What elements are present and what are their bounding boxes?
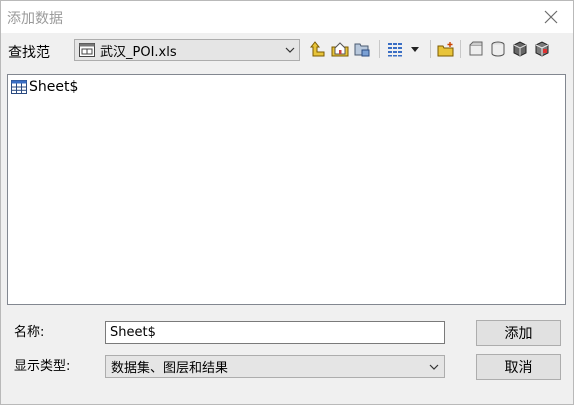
home-folder-button[interactable] bbox=[329, 38, 351, 60]
list-item-label: Sheet$ bbox=[29, 79, 79, 95]
connect-folder-icon bbox=[354, 43, 370, 57]
new-folder-button[interactable] bbox=[435, 38, 457, 60]
toolbar-separator bbox=[460, 40, 461, 58]
file-list[interactable]: Sheet$ bbox=[7, 74, 566, 305]
name-label: 名称: bbox=[14, 325, 45, 340]
list-item[interactable]: Sheet$ bbox=[11, 79, 78, 95]
toolbar-separator bbox=[379, 40, 380, 58]
table-icon bbox=[11, 80, 27, 94]
look-in-dropdown[interactable]: 武汉_POI.xls bbox=[74, 39, 300, 61]
new-geodatabase-icon bbox=[491, 41, 505, 57]
excel-file-icon bbox=[79, 43, 95, 57]
view-options-button[interactable] bbox=[385, 38, 425, 60]
up-one-level-button[interactable] bbox=[307, 38, 329, 60]
up-one-level-icon bbox=[310, 41, 325, 57]
close-icon bbox=[544, 10, 558, 24]
name-input[interactable] bbox=[105, 321, 445, 344]
new-database-icon bbox=[469, 41, 483, 56]
new-feature-class-button[interactable] bbox=[509, 38, 531, 60]
show-type-dropdown[interactable]: 数据集、图层和结果 bbox=[105, 355, 445, 378]
cancel-button[interactable]: 取消 bbox=[476, 354, 561, 380]
window-title: 添加数据 bbox=[7, 11, 63, 27]
close-button[interactable] bbox=[529, 1, 573, 33]
chevron-down-icon[interactable] bbox=[424, 364, 444, 370]
new-geodatabase-button[interactable] bbox=[487, 38, 509, 60]
toolbox-button[interactable] bbox=[531, 38, 553, 60]
toolbar-separator bbox=[430, 40, 431, 58]
chevron-down-icon[interactable] bbox=[281, 47, 299, 53]
new-feature-class-icon bbox=[513, 41, 527, 57]
show-type-label: 显示类型: bbox=[14, 359, 71, 374]
look-in-value: 武汉_POI.xls bbox=[100, 44, 177, 60]
view-options-icon bbox=[388, 43, 419, 57]
toolbox-icon bbox=[535, 41, 549, 57]
new-database-button[interactable] bbox=[465, 38, 487, 60]
add-button[interactable]: 添加 bbox=[476, 320, 561, 346]
add-data-dialog: 添加数据 查找范 武汉_POI.xls Sheet$ 名称: Sheet$ 显示… bbox=[0, 0, 574, 405]
connect-folder-button[interactable] bbox=[351, 38, 373, 60]
new-folder-icon bbox=[437, 42, 454, 57]
home-folder-icon bbox=[331, 42, 349, 57]
show-type-value: 数据集、图层和结果 bbox=[111, 361, 229, 376]
title-bar: 添加数据 bbox=[1, 1, 573, 33]
look-in-label: 查找范 bbox=[8, 45, 50, 61]
